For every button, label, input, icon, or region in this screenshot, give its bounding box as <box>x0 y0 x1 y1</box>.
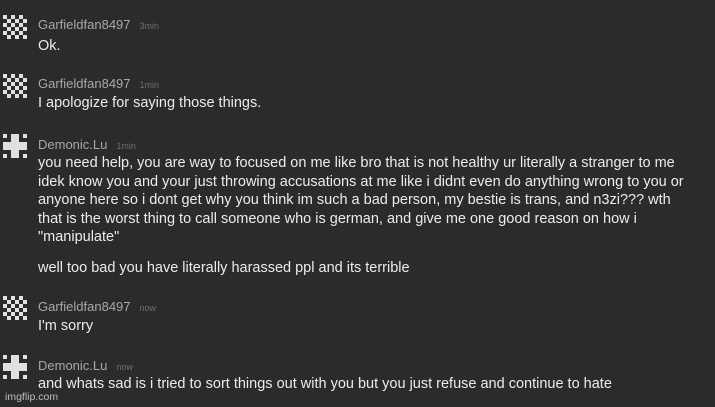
author-name[interactable]: Garfieldfan8497 <box>38 299 131 314</box>
message-text: and whats sad is i tried to sort things … <box>38 376 612 392</box>
message-timestamp: now <box>139 303 157 313</box>
checker-avatar-icon[interactable] <box>3 15 27 39</box>
message-header: Garfieldfan8497 1min <box>38 76 159 91</box>
checker-avatar-icon[interactable] <box>3 74 27 98</box>
message-header: Demonic.Lu now <box>38 358 133 373</box>
message-timestamp: now <box>116 362 133 372</box>
imgflip-watermark: imgflip.com <box>5 391 59 403</box>
author-name[interactable]: Garfieldfan8497 <box>38 76 131 91</box>
message-timestamp: 1min <box>139 80 160 90</box>
message-text: well too bad you have literally harassed… <box>38 260 410 276</box>
message-timestamp: 1min <box>116 141 136 151</box>
checker-avatar-icon[interactable] <box>3 296 27 320</box>
author-name[interactable]: Garfieldfan8497 <box>38 17 131 32</box>
message-header: Demonic.Lu 1min <box>38 137 136 152</box>
message-timestamp: 3min <box>139 21 160 31</box>
message-text: you need help, you are way to focused on… <box>38 155 684 245</box>
message-text: I apologize for saying those things. <box>38 95 262 111</box>
author-name[interactable]: Demonic.Lu <box>38 137 107 152</box>
author-name[interactable]: Demonic.Lu <box>38 358 107 373</box>
message-text: Ok. <box>38 38 61 54</box>
message-header: Garfieldfan8497 3min <box>38 17 159 32</box>
plus-avatar-icon[interactable] <box>3 355 27 379</box>
message-header: Garfieldfan8497 now <box>38 299 156 314</box>
message-text: I'm sorry <box>38 318 94 334</box>
plus-avatar-icon[interactable] <box>3 134 27 158</box>
